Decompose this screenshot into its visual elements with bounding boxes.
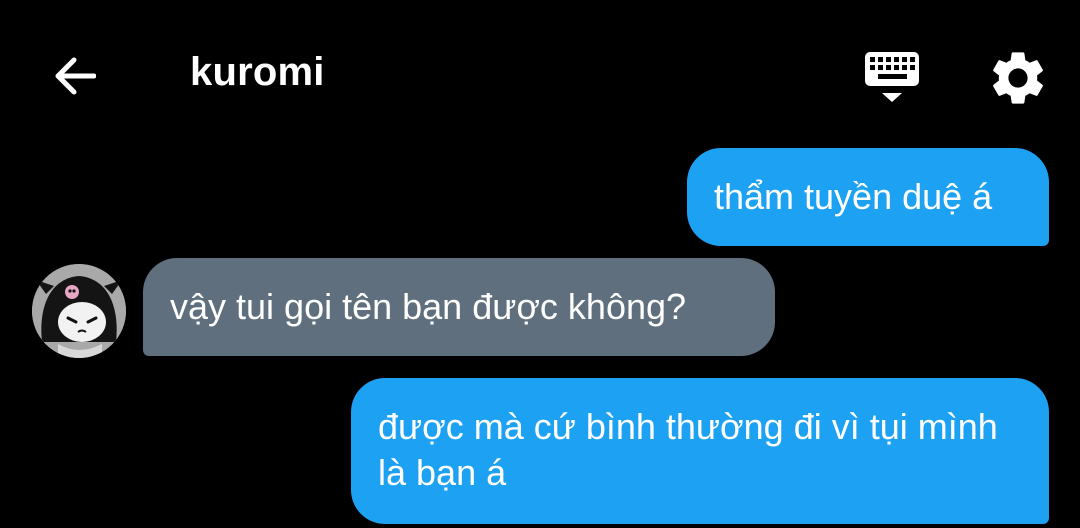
keyboard-hide-icon [865, 52, 919, 102]
settings-button[interactable] [986, 46, 1050, 110]
message-bubble-incoming[interactable]: vậy tui gọi tên bạn được không? [143, 258, 775, 356]
kuromi-avatar-image [32, 264, 126, 358]
arrow-left-icon [55, 57, 96, 95]
message-bubble-outgoing[interactable]: thẩm tuyền duệ á [687, 148, 1049, 246]
message-text: thẩm tuyền duệ á [714, 176, 993, 217]
gear-icon [993, 52, 1043, 104]
back-button[interactable] [46, 48, 102, 104]
avatar[interactable] [32, 264, 126, 358]
top-app-bar: kuromi [0, 0, 1080, 148]
message-text: vậy tui gọi tên bạn được không? [170, 286, 687, 327]
message-text: được mà cứ bình thường đi vì tụi mình là… [378, 406, 998, 493]
keyboard-toggle-button[interactable] [860, 46, 924, 106]
chat-title: kuromi [190, 50, 325, 94]
message-bubble-outgoing[interactable]: được mà cứ bình thường đi vì tụi mình là… [351, 378, 1049, 524]
chat-screen: kuromi thẩm tuyền duệ á vậy tui gọi tên … [0, 0, 1080, 528]
